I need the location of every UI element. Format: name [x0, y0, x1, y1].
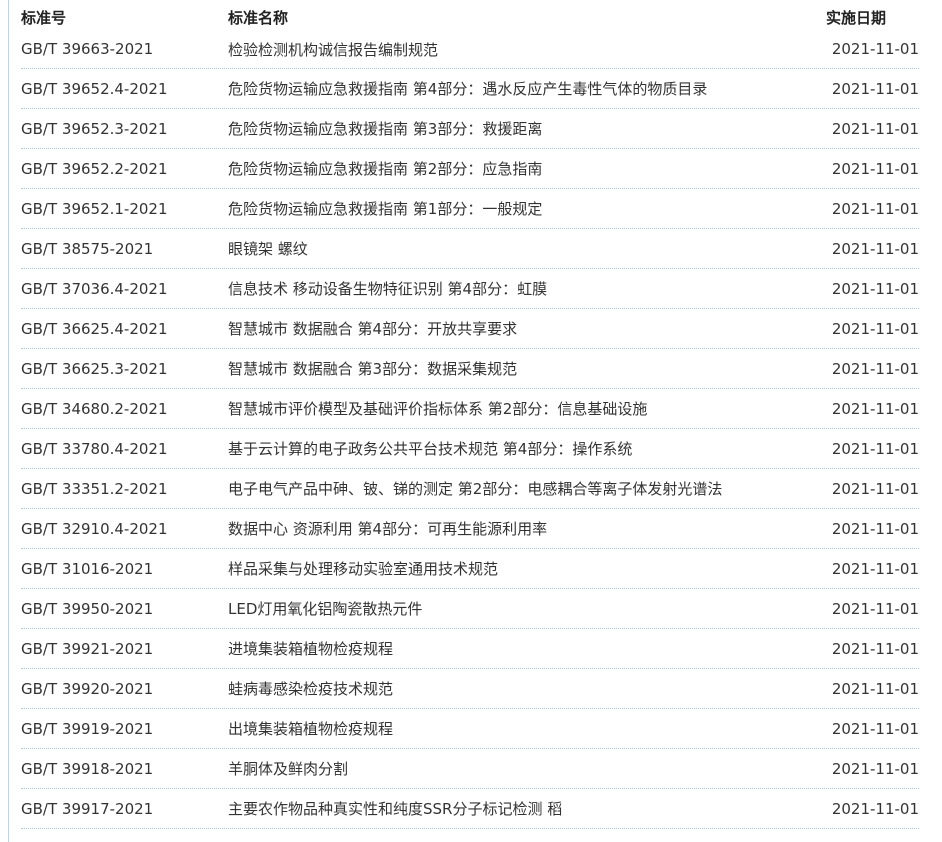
standard-name-link[interactable]: 电子电气产品中砷、铍、锑的测定 第2部分：电感耦合等离子体发射光谱法 [228, 478, 826, 499]
standard-name-link[interactable]: 危险货物运输应急救援指南 第3部分：救援距离 [228, 118, 826, 139]
standard-number: GB/T 39652.1-2021 [21, 199, 168, 218]
standard-number: GB/T 39920-2021 [21, 679, 154, 698]
standard-number: GB/T 39918-2021 [21, 759, 154, 778]
standard-name-link[interactable]: 危险货物运输应急救援指南 第2部分：应急指南 [228, 158, 826, 179]
standard-name-link[interactable]: 进境集装箱植物检疫规程 [228, 638, 826, 659]
table-row: GB/T 39920-2021 蛙病毒感染检疫技术规范 2021-11-01 [21, 669, 919, 709]
header-standard-name: 标准名称 [228, 8, 289, 27]
standard-number: GB/T 36625.4-2021 [21, 319, 168, 338]
standard-name-link[interactable]: 危险货物运输应急救援指南 第4部分：遇水反应产生毒性气体的物质目录 [228, 78, 826, 99]
standard-number: GB/T 37036.4-2021 [21, 279, 168, 298]
standard-name-link[interactable]: 出境集装箱植物检疫规程 [228, 718, 826, 739]
table-row: GB/T 33780.4-2021 基于云计算的电子政务公共平台技术规范 第4部… [21, 429, 919, 469]
table-row: GB/T 39652.3-2021 危险货物运输应急救援指南 第3部分：救援距离… [21, 109, 919, 149]
implementation-date: 2021-11-01 [831, 599, 919, 618]
standard-number: GB/T 39921-2021 [21, 639, 154, 658]
table-row: GB/T 39919-2021 出境集装箱植物检疫规程 2021-11-01 [21, 709, 919, 749]
implementation-date: 2021-11-01 [831, 319, 919, 338]
implementation-date: 2021-11-01 [831, 119, 919, 138]
implementation-date: 2021-11-01 [831, 719, 919, 738]
standard-name-link[interactable]: 信息技术 移动设备生物特征识别 第4部分：虹膜 [228, 278, 826, 299]
table-row: GB/T 39652.4-2021 危险货物运输应急救援指南 第4部分：遇水反应… [21, 69, 919, 109]
implementation-date: 2021-11-01 [831, 759, 919, 778]
table-header: 标准号 标准名称 实施日期 [21, 4, 919, 30]
standard-number: GB/T 39917-2021 [21, 799, 154, 818]
standard-number: GB/T 36625.3-2021 [21, 359, 168, 378]
standard-name-link[interactable]: 眼镜架 螺纹 [228, 238, 826, 259]
table-row: GB/T 39921-2021 进境集装箱植物检疫规程 2021-11-01 [21, 629, 919, 669]
standard-number: GB/T 39919-2021 [21, 719, 154, 738]
header-implementation-date: 实施日期 [826, 8, 887, 27]
standard-name-link[interactable]: 危险货物运输应急救援指南 第1部分：一般规定 [228, 198, 826, 219]
implementation-date: 2021-11-01 [831, 479, 919, 498]
table-row: GB/T 31016-2021 样品采集与处理移动实验室通用技术规范 2021-… [21, 549, 919, 589]
table-row: GB/T 36625.3-2021 智慧城市 数据融合 第3部分：数据采集规范 … [21, 349, 919, 389]
implementation-date: 2021-11-01 [831, 799, 919, 818]
table-row: GB/T 39917-2021 主要农作物品种真实性和纯度SSR分子标记检测 稻… [21, 789, 919, 829]
standard-name-link[interactable]: 智慧城市 数据融合 第4部分：开放共享要求 [228, 318, 826, 339]
table-row: GB/T 37036.4-2021 信息技术 移动设备生物特征识别 第4部分：虹… [21, 269, 919, 309]
header-standard-number: 标准号 [21, 8, 67, 27]
standard-number: GB/T 33351.2-2021 [21, 479, 168, 498]
table-row: GB/T 38575-2021 眼镜架 螺纹 2021-11-01 [21, 229, 919, 269]
standard-name-link[interactable]: 样品采集与处理移动实验室通用技术规范 [228, 558, 826, 579]
implementation-date: 2021-11-01 [831, 199, 919, 218]
left-border-line [8, 0, 9, 842]
standard-number: GB/T 39652.2-2021 [21, 159, 168, 178]
implementation-date: 2021-11-01 [831, 79, 919, 98]
standard-number: GB/T 32910.4-2021 [21, 519, 168, 538]
standard-name-link[interactable]: 基于云计算的电子政务公共平台技术规范 第4部分：操作系统 [228, 438, 826, 459]
standard-number: GB/T 39652.3-2021 [21, 119, 168, 138]
implementation-date: 2021-11-01 [831, 239, 919, 258]
standard-name-link[interactable]: 蛙病毒感染检疫技术规范 [228, 678, 826, 699]
standard-number: GB/T 39663-2021 [21, 40, 154, 58]
standard-name-link[interactable]: 数据中心 资源利用 第4部分：可再生能源利用率 [228, 518, 826, 539]
implementation-date: 2021-11-01 [831, 399, 919, 418]
table-row: GB/T 39663-2021 检验检测机构诚信报告编制规范 2021-11-0… [21, 30, 919, 69]
implementation-date: 2021-11-01 [831, 679, 919, 698]
standard-number: GB/T 38575-2021 [21, 239, 154, 258]
table-row: GB/T 39652.2-2021 危险货物运输应急救援指南 第2部分：应急指南… [21, 149, 919, 189]
standard-name-link[interactable]: 智慧城市评价模型及基础评价指标体系 第2部分：信息基础设施 [228, 398, 826, 419]
implementation-date: 2021-11-01 [831, 559, 919, 578]
table-row: GB/T 34680.2-2021 智慧城市评价模型及基础评价指标体系 第2部分… [21, 389, 919, 429]
standard-name-link[interactable]: 检验检测机构诚信报告编制规范 [228, 39, 826, 60]
implementation-date: 2021-11-01 [831, 40, 919, 58]
standard-name-link[interactable]: 主要农作物品种真实性和纯度SSR分子标记检测 稻 [228, 798, 826, 819]
standard-name-link[interactable]: 羊胴体及鲜肉分割 [228, 758, 826, 779]
table-row: GB/T 39950-2021 LED灯用氧化铝陶瓷散热元件 2021-11-0… [21, 589, 919, 629]
table-row: GB/T 33351.2-2021 电子电气产品中砷、铍、锑的测定 第2部分：电… [21, 469, 919, 509]
standard-name-link[interactable]: 智慧城市 数据融合 第3部分：数据采集规范 [228, 358, 826, 379]
table-row: GB/T 36625.4-2021 智慧城市 数据融合 第4部分：开放共享要求 … [21, 309, 919, 349]
implementation-date: 2021-11-01 [831, 159, 919, 178]
standard-number: GB/T 31016-2021 [21, 559, 154, 578]
implementation-date: 2021-11-01 [831, 639, 919, 658]
standard-name-link[interactable]: LED灯用氧化铝陶瓷散热元件 [228, 598, 826, 619]
standard-number: GB/T 33780.4-2021 [21, 439, 168, 458]
implementation-date: 2021-11-01 [831, 439, 919, 458]
implementation-date: 2021-11-01 [831, 279, 919, 298]
standard-number: GB/T 39652.4-2021 [21, 79, 168, 98]
standards-table: 标准号 标准名称 实施日期 GB/T 39663-2021 检验检测机构诚信报告… [21, 4, 919, 829]
table-row: GB/T 39918-2021 羊胴体及鲜肉分割 2021-11-01 [21, 749, 919, 789]
standard-number: GB/T 39950-2021 [21, 599, 154, 618]
implementation-date: 2021-11-01 [831, 519, 919, 538]
table-row: GB/T 32910.4-2021 数据中心 资源利用 第4部分：可再生能源利用… [21, 509, 919, 549]
implementation-date: 2021-11-01 [831, 359, 919, 378]
standard-number: GB/T 34680.2-2021 [21, 399, 168, 418]
table-row: GB/T 39652.1-2021 危险货物运输应急救援指南 第1部分：一般规定… [21, 189, 919, 229]
